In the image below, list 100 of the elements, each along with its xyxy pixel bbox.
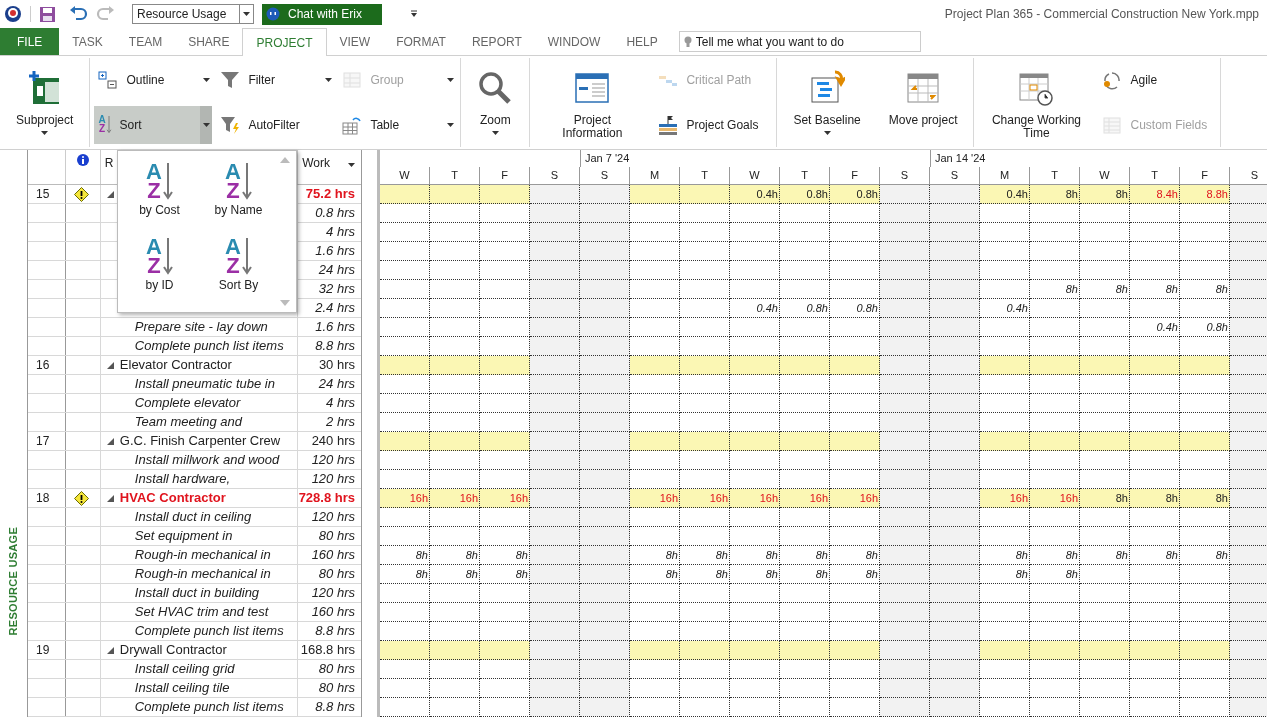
ribbon-tab[interactable]: PROJECT <box>242 28 327 56</box>
ribbon-button[interactable]: Subproject <box>4 58 86 147</box>
warning-icon <box>73 186 89 202</box>
week-label: Jan 14 '24 <box>935 152 986 164</box>
timeline-cell: 8h <box>1080 489 1130 508</box>
work-value: 8.8 hrs <box>315 699 355 714</box>
work-value: 1.6 hrs <box>315 243 355 258</box>
cycle-icon <box>1102 70 1123 91</box>
ribbon-button[interactable]: Move project <box>876 58 970 147</box>
customize-icon[interactable] <box>410 10 418 18</box>
timeline-cell: 8h <box>1130 280 1180 299</box>
collapse-triangle-icon[interactable] <box>106 437 114 445</box>
ribbon-tab[interactable]: TEAM <box>115 28 176 55</box>
timeline-cell: 8h <box>780 565 830 584</box>
resource-name: Complete punch list items <box>134 337 284 355</box>
work-value: 160 hrs <box>311 604 355 619</box>
row-id: 18 <box>36 491 50 505</box>
column-header[interactable]: Work <box>298 150 361 184</box>
day-label: F <box>480 166 530 184</box>
resource-name: Install duct in building <box>134 584 260 602</box>
ribbon-tab[interactable]: HELP <box>613 28 671 55</box>
undo-icon[interactable] <box>68 5 88 23</box>
work-value: 160 hrs <box>311 547 355 562</box>
collapse-triangle-icon[interactable] <box>106 361 114 369</box>
work-value: 2.4 hrs <box>315 300 355 315</box>
timeline-cell: 8h <box>980 546 1030 565</box>
outline-icon <box>98 70 119 91</box>
ribbon-tab[interactable]: SHARE <box>175 28 243 55</box>
window-title: Project Plan 365 - Commercial Construction New York.mpp <box>944 6 1260 23</box>
ribbon-button[interactable]: Agile <box>1098 61 1217 100</box>
caret-icon <box>41 131 49 135</box>
ribbon-tab[interactable]: VIEW <box>326 28 384 55</box>
resource-name: Install pneumatic tube in <box>134 375 275 393</box>
day-label: S <box>880 166 930 184</box>
row-id: 17 <box>36 434 50 448</box>
timeline-cell: 8h <box>680 565 730 584</box>
ribbon-button[interactable]: A Z Sort <box>94 105 213 144</box>
timeline-cell: 8.8h <box>1180 185 1230 204</box>
timeline-cell: 0.4h <box>730 299 780 318</box>
ribbon-button[interactable]: AutoFilter <box>216 105 335 144</box>
ribbon-button[interactable]: Set Baseline <box>781 58 873 147</box>
ribbon-tab[interactable]: TASK <box>59 28 116 55</box>
ribbon-button[interactable]: Project Goals <box>654 105 773 144</box>
ribbon-button[interactable]: Table <box>338 105 457 144</box>
timeline-cell: 8h <box>780 546 830 565</box>
timeline-cell: 16h <box>780 489 830 508</box>
collapse-triangle-icon[interactable] <box>106 494 114 502</box>
work-value: 728.8 hrs <box>298 490 355 505</box>
ribbon-button[interactable]: Change Working Time <box>978 58 1095 147</box>
timeline-cell: 16h <box>730 489 780 508</box>
timeline-cell: 8h <box>1030 280 1080 299</box>
day-label: S <box>530 166 580 184</box>
timeline-cell: 0.8h <box>830 185 880 204</box>
timeline-cell: 0.8h <box>1180 318 1230 337</box>
timeline-cell: 0.4h <box>1130 318 1180 337</box>
fields-icon <box>1102 114 1123 135</box>
row-id: 19 <box>36 643 50 657</box>
view-combo[interactable]: Resource Usage <box>132 4 254 24</box>
timeline-cell: 8h <box>1130 489 1180 508</box>
ribbon-button[interactable]: Outline <box>94 61 213 100</box>
ribbon-tab[interactable]: REPORT <box>458 28 535 55</box>
work-value: 240 hrs <box>311 433 355 448</box>
caret-icon <box>491 131 499 135</box>
timeline-cell: 0.4h <box>730 185 780 204</box>
day-label: T <box>430 166 480 184</box>
column-header[interactable]: R <box>104 156 114 170</box>
ribbon-button[interactable]: Project Information <box>534 58 651 147</box>
view-side-label: RESOURCE USAGE <box>6 526 21 635</box>
resource-name: Prepare site - lay down <box>134 318 268 336</box>
timeline-cell: 0.8h <box>780 185 830 204</box>
collapse-triangle-icon[interactable] <box>106 646 114 654</box>
timeline-cell: 8h <box>680 546 730 565</box>
tell-me-field[interactable]: Tell me what you want to do <box>678 31 921 52</box>
save-icon[interactable] <box>39 5 56 23</box>
ribbon-tab[interactable]: FORMAT <box>383 28 459 55</box>
resource-name: Install duct in ceiling <box>134 508 252 526</box>
ribbon-tab[interactable]: WINDOW <box>534 28 614 55</box>
timeline-cell: 8h <box>630 546 680 565</box>
sort-menu-item[interactable]: A Z by Name <box>199 163 278 235</box>
timeline-cell: 8h <box>1030 185 1080 204</box>
timeline-cell: 8.4h <box>1130 185 1180 204</box>
timeline-cell: 8h <box>1180 546 1230 565</box>
warning-icon <box>73 490 89 506</box>
ribbon-button[interactable]: Filter <box>216 61 335 100</box>
ribbon-tab[interactable]: FILE <box>0 28 60 55</box>
sort-menu-item[interactable]: A Z Sort By <box>199 237 278 310</box>
work-value: 24 hrs <box>318 376 355 391</box>
day-label: M <box>980 166 1030 184</box>
timeline-cell: 0.8h <box>830 299 880 318</box>
ribbon-button[interactable]: Zoom <box>465 58 526 147</box>
sort-menu-item[interactable]: A Z by Cost <box>120 163 199 235</box>
timeline-cell: 8h <box>430 565 480 584</box>
sort-menu-item[interactable]: A Z by ID <box>120 237 199 310</box>
collapse-triangle-icon[interactable] <box>106 190 114 198</box>
resource-name: G.C. Finish Carpenter Crew <box>119 432 281 450</box>
chat-button[interactable]: Chat with Erix <box>262 3 382 25</box>
resource-name: Install ceiling tile <box>134 679 230 697</box>
timeline-cell: 16h <box>1030 489 1080 508</box>
timeline-cell: 8h <box>980 565 1030 584</box>
app-logo-icon[interactable] <box>4 5 22 23</box>
